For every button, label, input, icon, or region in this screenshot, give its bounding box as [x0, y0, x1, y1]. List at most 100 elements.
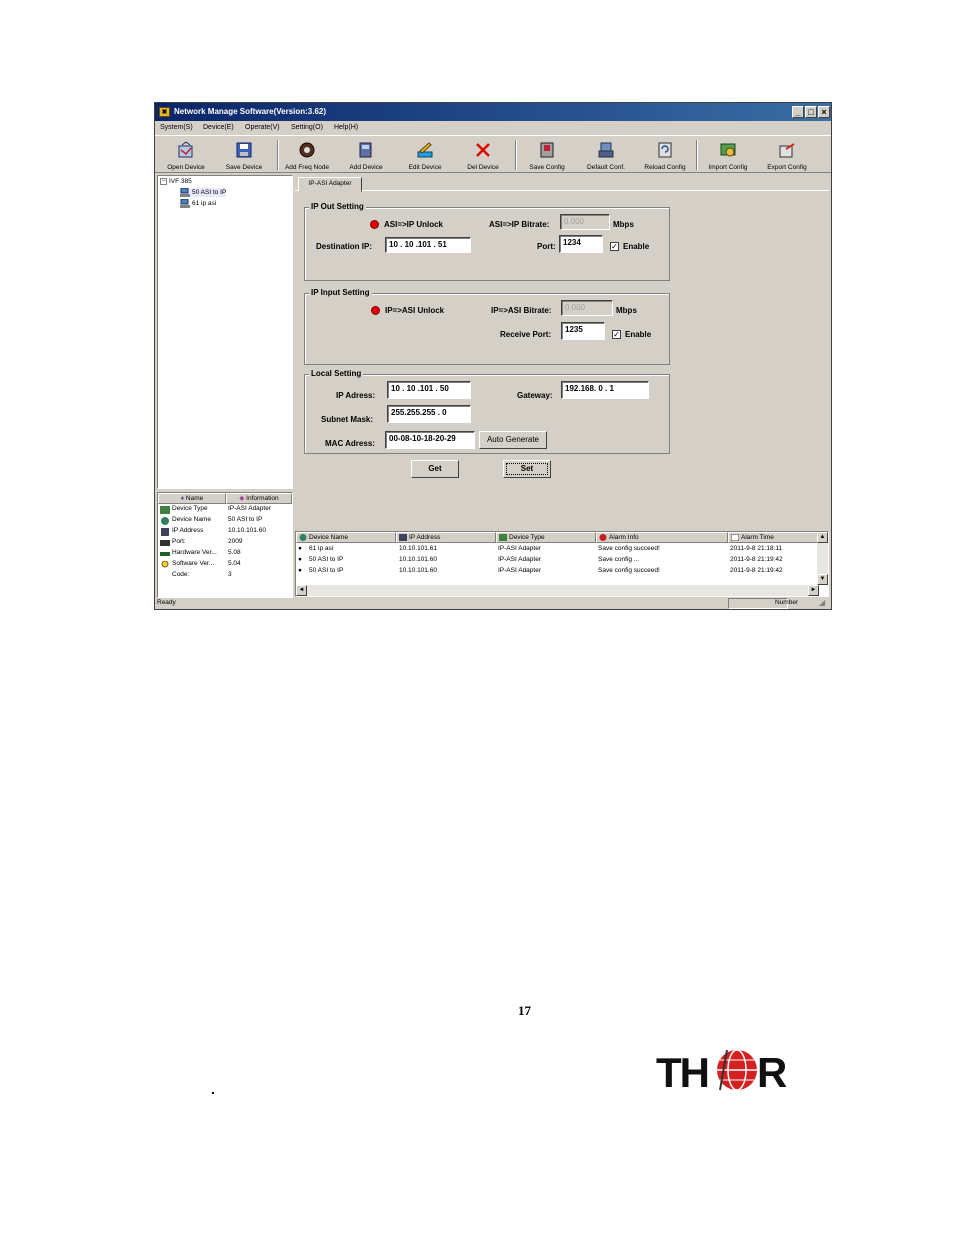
minimize-button[interactable]: _	[792, 106, 804, 118]
app-icon: ▣	[159, 107, 170, 117]
menu-system[interactable]: System(S)	[160, 124, 193, 131]
ip-address-icon	[161, 528, 169, 536]
mac-address-input[interactable]: 00-08-10-18-20-29	[385, 431, 475, 449]
info-row: Code: 3	[172, 571, 232, 578]
asi-ip-status-led	[370, 220, 379, 229]
save-config-icon	[540, 142, 554, 158]
alarm-row[interactable]: ● 50 ASI to IP 10.10.101.60 IP-ASI Adapt…	[296, 555, 816, 566]
ip-out-setting-title: IP Out Setting	[309, 202, 366, 211]
ip-input-setting-group: IP Input Setting IP=>ASI Unlock IP=>ASI …	[304, 288, 670, 365]
add-freq-node-button[interactable]: Add Freq Node	[277, 139, 337, 173]
menu-device[interactable]: Device(E)	[203, 124, 234, 131]
set-button[interactable]: Set	[503, 460, 551, 478]
asi-ip-bitrate-unit: Mbps	[613, 220, 634, 229]
menu-bar: System(S) Device(E) Operate(V) Setting(O…	[155, 121, 831, 135]
device-node-icon	[180, 199, 190, 208]
reload-config-button[interactable]: Reload Config	[635, 139, 695, 173]
save-config-button[interactable]: Save Config	[517, 139, 577, 173]
alarm-horizontal-scrollbar[interactable]: ◄ ►	[296, 585, 819, 596]
import-config-button[interactable]: Import Config	[698, 139, 758, 173]
tree-collapse-toggle[interactable]: −	[160, 178, 167, 185]
delete-device-icon	[476, 143, 490, 157]
info-row: IP Address 10.10.101.60	[158, 527, 292, 538]
port-icon	[160, 540, 170, 546]
gateway-input[interactable]: 192.168. 0 . 1	[561, 381, 649, 399]
ip-in-enable-checkbox[interactable]: ✓	[612, 330, 621, 339]
ip-out-enable-checkbox[interactable]: ✓	[610, 242, 619, 251]
port-input[interactable]: 1234	[559, 235, 603, 253]
ip-out-enable-label: Enable	[623, 242, 650, 251]
asi-ip-bitrate-field: 0.000	[560, 214, 610, 230]
destination-ip-label: Destination IP:	[316, 242, 373, 251]
alarm-header-alarm-time[interactable]: Alarm Time	[728, 532, 819, 543]
ip-asi-bitrate-field: 0.000	[561, 300, 613, 316]
alarm-info-column-icon	[599, 534, 607, 541]
ip-asi-bitrate-unit: Mbps	[616, 306, 637, 315]
ip-address-column-icon	[399, 534, 407, 541]
default-config-button[interactable]: Default Conf.	[576, 139, 636, 173]
alarm-header-device-name[interactable]: Device Name	[296, 532, 396, 543]
status-bar: Ready Number ◢	[155, 598, 831, 610]
save-device-button[interactable]: Save Device	[214, 139, 274, 173]
maximize-button[interactable]: □	[805, 106, 817, 118]
add-freq-node-icon	[299, 142, 315, 158]
gateway-label: Gateway:	[517, 391, 553, 400]
alarm-row-icon: ●	[298, 545, 302, 552]
alarm-row[interactable]: ● 61 ip asi 10.10.101.61 IP-ASI Adapter …	[296, 544, 816, 555]
info-row: Hardware Ver... 5.08	[158, 549, 292, 560]
get-button[interactable]: Get	[411, 460, 459, 478]
alarm-header-device-type[interactable]: Device Type	[496, 532, 596, 543]
add-device-button[interactable]: Add Device	[336, 139, 396, 173]
alarm-row[interactable]: ● 50 ASI to IP 10.10.101.60 IP-ASI Adapt…	[296, 566, 816, 577]
subnet-mask-input[interactable]: 255.255.255 . 0	[387, 405, 471, 423]
resize-grip-icon[interactable]: ◢	[819, 598, 825, 607]
menu-setting[interactable]: Setting(O)	[291, 124, 323, 131]
alarm-vertical-scrollbar[interactable]: ▲ ▼	[817, 532, 828, 585]
default-config-icon	[598, 142, 614, 158]
ip-address-label: IP Adress:	[336, 391, 376, 400]
open-device-button[interactable]: Open Device	[156, 139, 216, 173]
scroll-left-button[interactable]: ◄	[296, 585, 307, 596]
scroll-up-button[interactable]: ▲	[817, 532, 828, 543]
alarm-header-alarm-info[interactable]: Alarm Info	[596, 532, 728, 543]
add-device-icon	[359, 142, 372, 158]
menu-operate[interactable]: Operate(V)	[245, 124, 280, 131]
edit-device-button[interactable]: Edit Device	[395, 139, 455, 173]
tree-node-50-asi-to-ip[interactable]: 50 ASI to IP	[180, 188, 227, 197]
save-device-icon	[236, 142, 252, 158]
status-number: Number	[775, 599, 799, 606]
scroll-right-button[interactable]: ►	[808, 585, 819, 596]
logo-letters-th: TH	[656, 1049, 708, 1094]
ip-asi-status-led	[371, 306, 380, 315]
tab-ip-asi-adapter[interactable]: IP-ASI Adapter	[298, 177, 362, 192]
ip-asi-bitrate-label: IP=>ASI Bitrate:	[491, 306, 552, 315]
device-type-column-icon	[499, 534, 507, 541]
info-header-name[interactable]: ♦ Name	[158, 493, 226, 504]
mac-address-label: MAC Adress:	[325, 439, 375, 448]
tab-strip: IP-ASI Adapter	[295, 175, 829, 192]
alarm-header-ip-address[interactable]: IP Address	[396, 532, 496, 543]
alarm-row-icon: ●	[298, 556, 302, 563]
subnet-mask-label: Subnet Mask:	[321, 415, 374, 424]
info-header-information[interactable]: ◆ Information	[226, 493, 292, 504]
tree-root-node[interactable]: − IVF 385	[160, 178, 192, 185]
receive-port-input[interactable]: 1235	[561, 322, 605, 340]
export-config-button[interactable]: Export Config	[757, 139, 817, 173]
toolbar: Open Device Save Device Add Freq Node Ad…	[155, 135, 831, 173]
scroll-down-button[interactable]: ▼	[817, 574, 828, 585]
auto-generate-button[interactable]: Auto Generate	[479, 431, 547, 449]
thor-logo: TH R	[656, 1049, 787, 1094]
destination-ip-input[interactable]: 10 . 10 .101 . 51	[385, 237, 471, 253]
del-device-button[interactable]: Del Device	[453, 139, 513, 173]
alarm-table: Device Name IP Address Device Type Alarm…	[295, 531, 829, 597]
tree-node-61-ip-asi[interactable]: 61 ip asi	[180, 199, 216, 208]
ip-address-input[interactable]: 10 . 10 .101 . 50	[387, 381, 471, 399]
app-window: ▣ Network Manage Software(Version:3.62) …	[154, 102, 832, 610]
edit-device-icon	[417, 142, 433, 158]
hardware-icon	[160, 552, 170, 556]
close-button[interactable]: ×	[818, 106, 830, 118]
open-device-icon	[178, 141, 193, 158]
ip-in-enable-label: Enable	[625, 330, 652, 339]
menu-help[interactable]: Help(H)	[334, 124, 358, 131]
info-row: Device Name 50 ASI to IP	[158, 516, 292, 527]
